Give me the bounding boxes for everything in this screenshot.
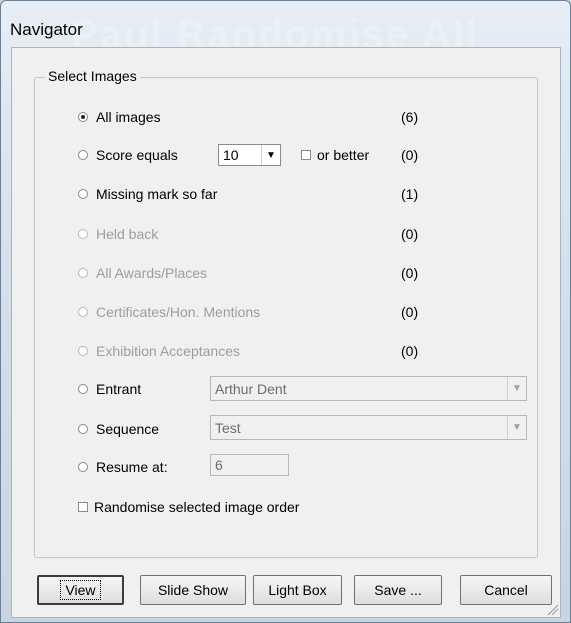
group-label: Select Images [45,68,140,84]
option-score-equals[interactable]: Score equals [78,144,178,166]
count-score-equals: (0) [401,147,419,163]
option-label: Certificates/Hon. Mentions [96,304,261,320]
checkbox[interactable] [301,150,311,160]
dialog-client-area: Select Images All images (6) Score equal… [11,47,561,618]
slide-show-button[interactable]: Slide Show [140,575,246,605]
radio-button[interactable] [78,384,88,394]
or-better-label: or better [317,147,370,163]
option-certificates[interactable]: Certificates/Hon. Mentions [78,301,260,323]
resume-at-input[interactable]: 6 [210,454,289,476]
option-label: Resume at: [96,459,168,475]
randomise-checkbox[interactable]: Randomise selected image order [78,496,299,518]
option-all-awards[interactable]: All Awards/Places [78,262,207,284]
option-held-back[interactable]: Held back [78,223,158,245]
option-label: Score equals [96,147,178,163]
count-missing-mark: (1) [401,186,419,202]
option-entrant[interactable]: Entrant [78,378,141,400]
option-label: Entrant [96,381,142,397]
option-missing-mark[interactable]: Missing mark so far [78,183,217,205]
save-button[interactable]: Save ... [354,575,442,605]
count-certificates: (0) [401,304,419,320]
chevron-down-icon[interactable]: ▼ [507,416,526,439]
count-all-awards: (0) [401,265,419,281]
option-label: Sequence [96,421,160,437]
count-held-back: (0) [401,226,419,242]
option-sequence[interactable]: Sequence [78,418,159,440]
entrant-value: Arthur Dent [215,380,287,397]
or-better-checkbox[interactable]: or better [301,144,369,166]
count-all-images: (6) [401,109,419,125]
chevron-down-icon[interactable]: ▼ [261,145,280,165]
option-label: All images [96,109,161,125]
cancel-button[interactable]: Cancel [460,575,552,605]
window-title: Navigator [10,20,83,39]
count-exhibition-acceptances: (0) [401,343,419,359]
option-resume-at[interactable]: Resume at: [78,456,168,478]
randomise-label: Randomise selected image order [94,499,300,515]
view-button[interactable]: View [37,575,124,605]
radio-button[interactable] [78,150,88,160]
view-button-label: View [60,580,101,600]
option-label: Exhibition Acceptances [96,343,240,359]
radio-button[interactable] [78,268,88,278]
radio-button[interactable] [78,112,88,122]
option-all-images[interactable]: All images [78,106,161,128]
light-box-button[interactable]: Light Box [253,575,342,605]
radio-button[interactable] [78,424,88,434]
navigator-window: Paul Randomise All Navigator Select Imag… [0,0,571,623]
chevron-down-icon[interactable]: ▼ [507,377,526,400]
radio-button[interactable] [78,189,88,199]
score-select[interactable]: 10 ▼ [218,144,281,166]
sequence-value: Test [215,419,241,436]
sequence-select[interactable]: Test ▼ [210,415,527,440]
option-label: Missing mark so far [96,186,218,202]
option-label: Held back [96,226,159,242]
entrant-select[interactable]: Arthur Dent ▼ [210,376,527,401]
radio-button[interactable] [78,229,88,239]
resize-grip-icon[interactable] [546,603,558,615]
option-exhibition-acceptances[interactable]: Exhibition Acceptances [78,340,240,362]
select-images-group: Select Images All images (6) Score equal… [34,68,538,558]
radio-button[interactable] [78,462,88,472]
radio-button[interactable] [78,307,88,317]
checkbox[interactable] [78,502,88,512]
score-value: 10 [223,147,239,163]
radio-button[interactable] [78,346,88,356]
option-label: All Awards/Places [96,265,208,281]
